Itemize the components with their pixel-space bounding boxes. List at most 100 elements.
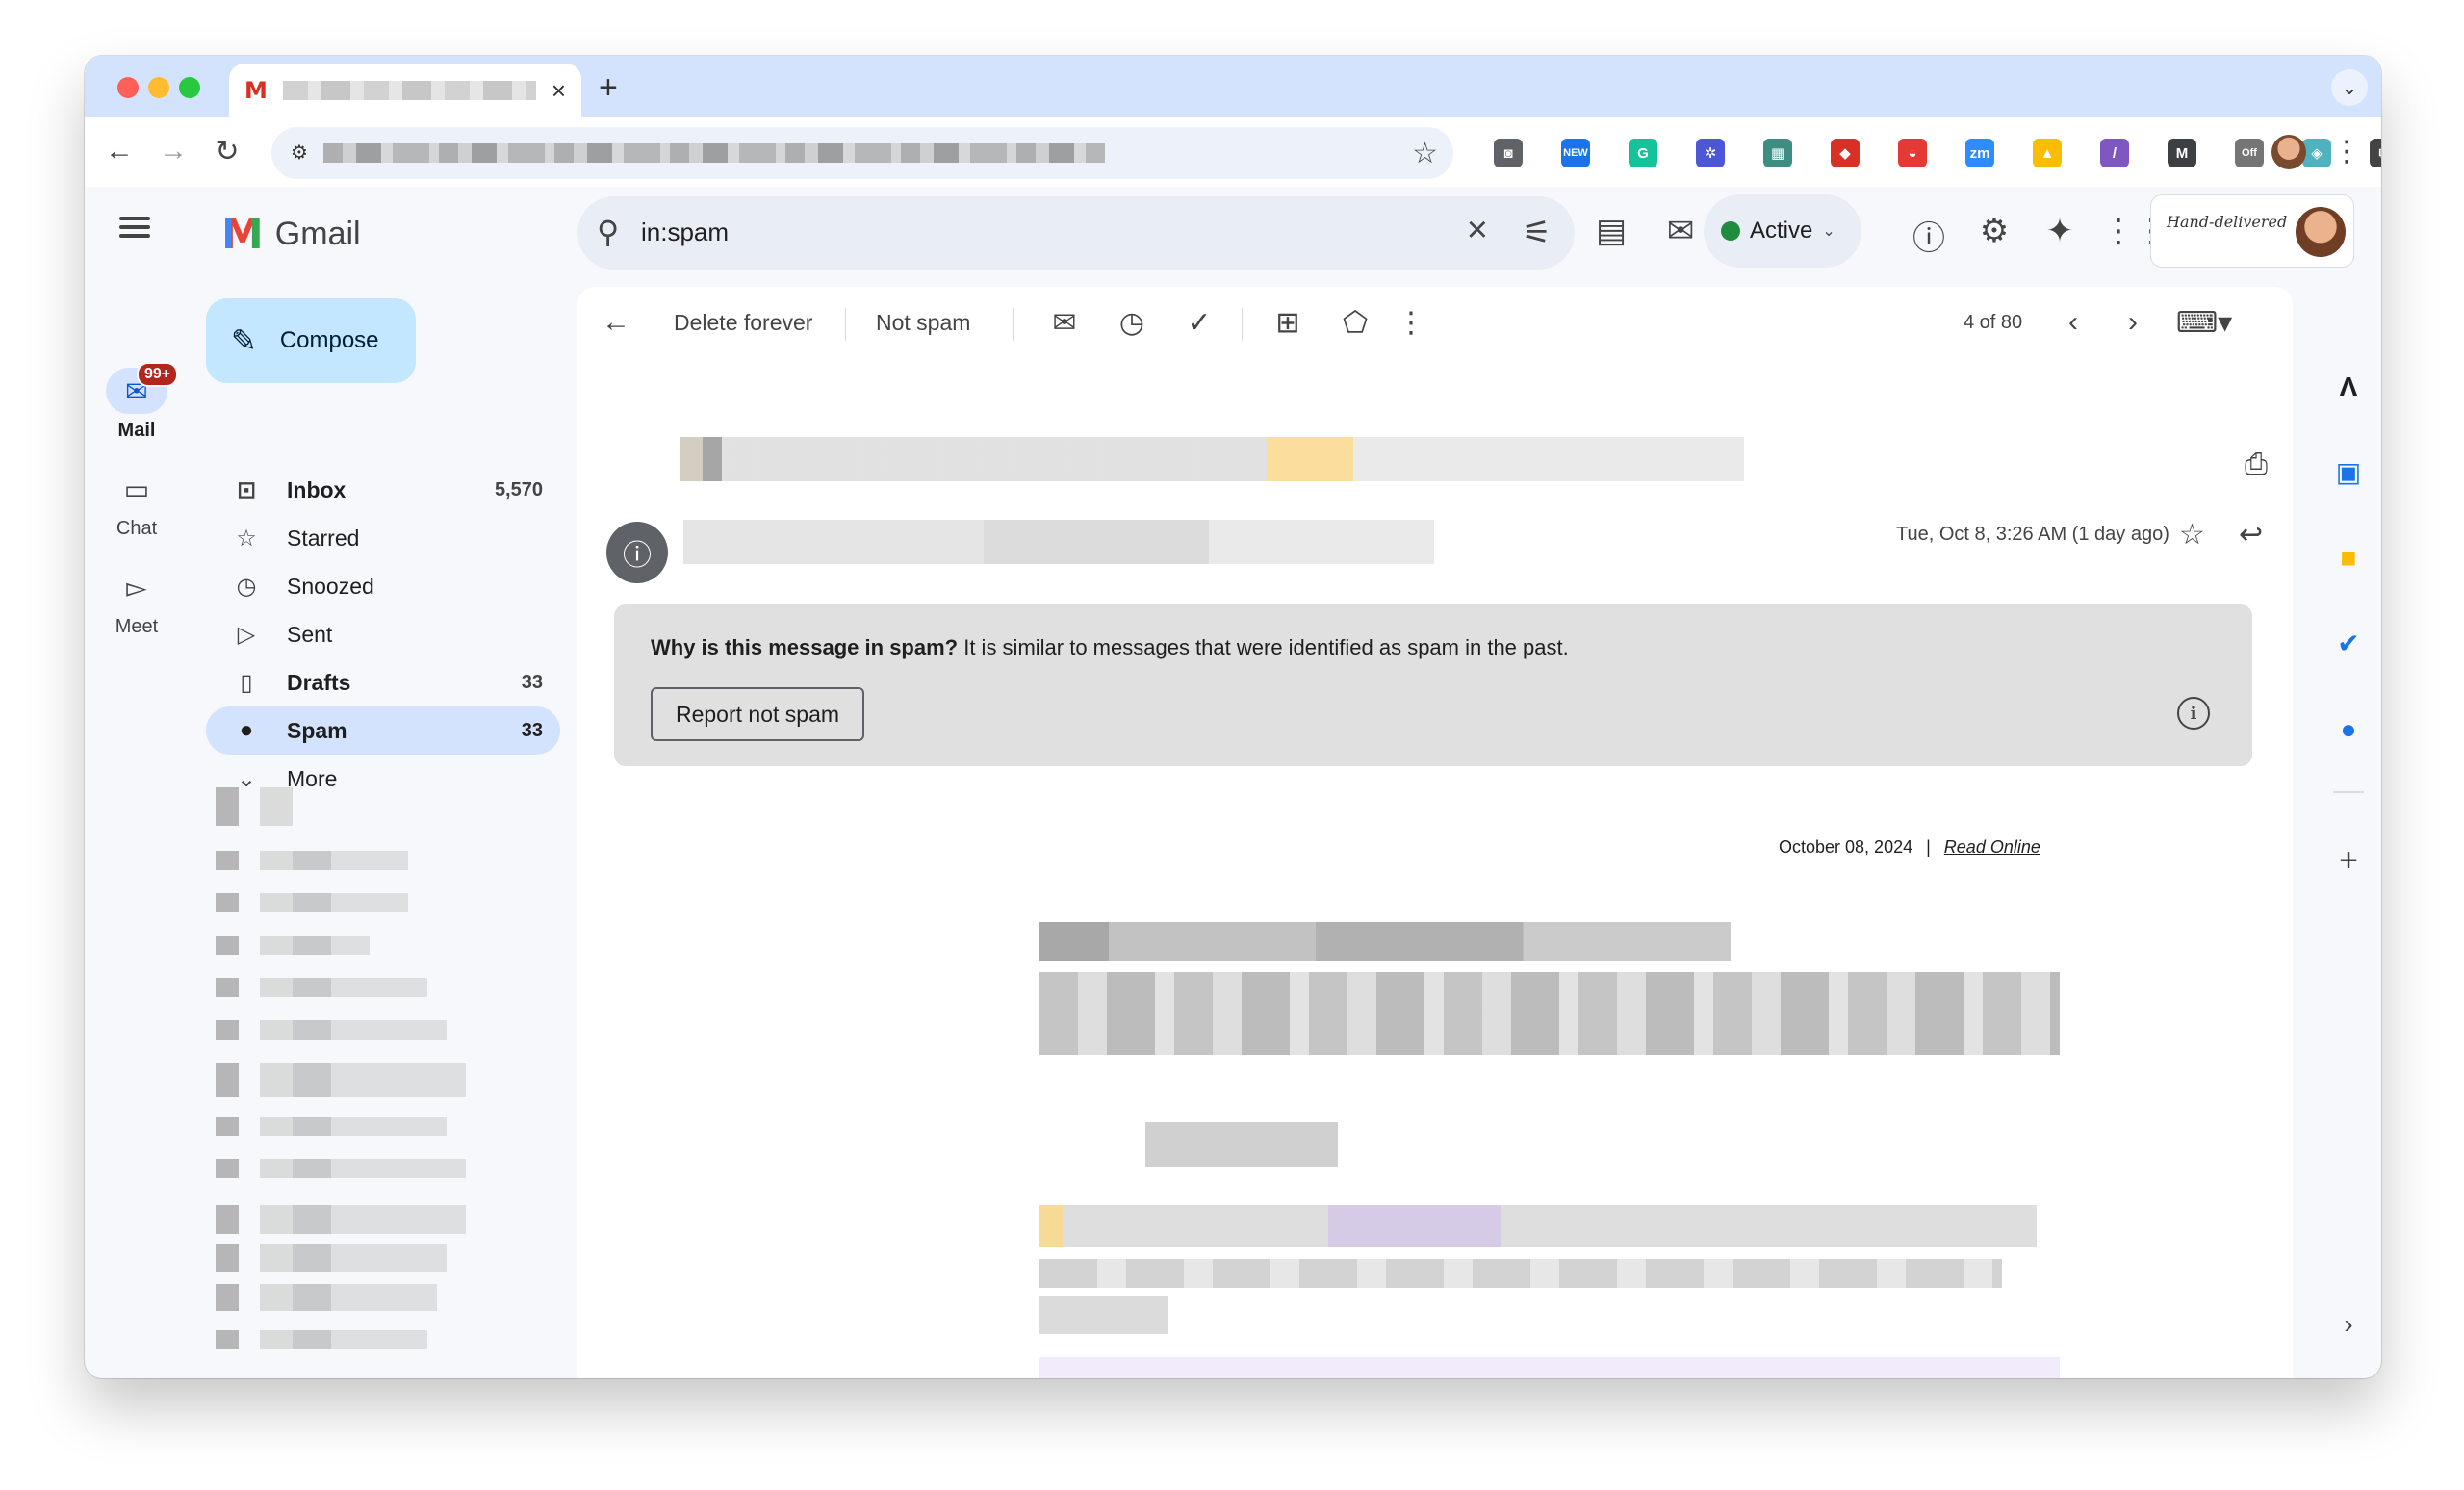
older-chevron-icon[interactable]: ‹ [2054, 306, 2092, 339]
close-window-button[interactable] [117, 77, 139, 98]
off-extension-icon[interactable]: Off [2235, 139, 2264, 167]
clear-search-icon[interactable]: × [1467, 210, 1488, 251]
new-tab-button[interactable]: + [599, 69, 618, 107]
inbox-icon: ⊡ [236, 476, 257, 503]
read-online-link[interactable]: Read Online [1944, 837, 2040, 857]
show-side-panel-chevron-icon[interactable]: › [2329, 1305, 2368, 1344]
settings-gear-icon[interactable]: ⚙ [1973, 212, 2015, 250]
label-tag-icon[interactable]: ⬠ [1336, 306, 1374, 340]
account-switcher[interactable]: Hand-delivered [2150, 194, 2354, 268]
active-status-dot [1721, 221, 1740, 241]
nav-label: Sent [287, 621, 333, 647]
sheet-app-icon[interactable]: ▤ [1590, 212, 1632, 250]
send-icon: ▷ [237, 621, 256, 648]
bookmark-star-icon[interactable]: ☆ [1412, 137, 1438, 170]
rail-item-chat[interactable]: ▭ Chat [85, 466, 189, 540]
calendar-icon[interactable]: ▣ [2329, 452, 2368, 491]
nav-label: Inbox [287, 476, 346, 502]
purple-extension-icon[interactable]: / [2100, 139, 2129, 167]
nav-item-drafts[interactable]: ▯ Drafts 33 [206, 658, 560, 706]
not-spam-button[interactable]: Not spam [876, 310, 970, 336]
map-extension-icon[interactable]: ▦ [1763, 139, 1792, 167]
search-icon[interactable]: ⚲ [597, 214, 619, 250]
addon-chevron-logo-icon[interactable]: Ʌ [2329, 368, 2368, 406]
nav-item-sent[interactable]: ▷ Sent [206, 610, 560, 658]
nav-count: 33 [521, 719, 543, 741]
gmail-logo[interactable]: M Gmail [221, 210, 361, 259]
search-input[interactable] [641, 218, 1315, 247]
zoom-window-button[interactable] [179, 77, 200, 98]
reload-icon[interactable]: ↻ [208, 135, 246, 168]
nav-label: More [287, 765, 338, 791]
apps-grid-icon[interactable]: ⋮⋮ [2102, 212, 2168, 250]
puzzle-extension-icon[interactable]: ⧉ [2370, 139, 2381, 167]
nav-item-inbox[interactable]: ⊡ Inbox 5,570 [206, 466, 560, 514]
mail-merge-icon[interactable]: ✉ [1659, 212, 1702, 250]
red-pill-extension-icon[interactable]: ◒ [1898, 139, 1927, 167]
active-tab[interactable]: M × [229, 64, 581, 117]
contacts-icon[interactable]: ● [2329, 710, 2368, 749]
compose-button[interactable]: ✎ Compose [206, 298, 416, 383]
zoom-extension-icon[interactable]: zm [1965, 139, 1994, 167]
help-icon[interactable]: ⓘ [1908, 212, 1950, 259]
spam-explanation-text: Why is this message in spam? It is simil… [651, 635, 1569, 660]
info-icon[interactable]: i [2177, 697, 2210, 730]
message-view: ← Delete forever Not spam ✉ ◷ ✓ ⊞ ⬠ ⋮ 4 … [578, 287, 2293, 1378]
rail-item-meet[interactable]: ▻ Meet [85, 564, 189, 638]
nav-item-spam[interactable]: ● Spam 33 [206, 706, 560, 755]
back-to-list-icon[interactable]: ← [597, 306, 635, 339]
new-badge-extension-icon[interactable]: NEW [1561, 139, 1590, 167]
report-not-spam-button[interactable]: Report not spam [651, 687, 864, 741]
nav-count: 33 [521, 671, 543, 693]
site-settings-icon[interactable]: ⚙ [285, 139, 314, 167]
mark-unread-icon[interactable]: ✉ [1045, 306, 1084, 340]
spark-extension-icon[interactable]: ✲ [1696, 139, 1725, 167]
keep-icon[interactable]: ■ [2329, 539, 2368, 578]
delete-forever-button[interactable]: Delete forever [674, 310, 812, 336]
nav-count: 5,570 [494, 478, 543, 501]
reply-icon[interactable]: ↩ [2239, 518, 2263, 552]
newer-chevron-icon[interactable]: › [2114, 306, 2152, 339]
gemini-sparkle-icon[interactable]: ✦ [2039, 212, 2081, 250]
grammarly-extension-icon[interactable]: G [1629, 139, 1657, 167]
tab-search-chevron-icon[interactable]: ⌄ [2331, 69, 2368, 106]
forward-arrow-icon[interactable]: → [154, 135, 192, 167]
side-panel: Ʌ ▣ ■ ✔ ● + › [2316, 275, 2381, 1378]
camera-extension-icon[interactable]: ◙ [1494, 139, 1523, 167]
rail-item-mail[interactable]: ✉ 99+ Mail [85, 362, 189, 442]
side-panel-divider [2333, 791, 2364, 793]
address-bar[interactable]: ⚙ ☆ [271, 127, 1453, 179]
move-to-folder-icon[interactable]: ⊞ [1269, 306, 1307, 340]
tab-close-icon[interactable]: × [552, 76, 566, 106]
spam-reason: It is similar to messages that were iden… [958, 635, 1569, 659]
nav-item-snoozed[interactable]: ◷ Snoozed [206, 562, 560, 610]
red-square-extension-icon[interactable]: ◆ [1831, 139, 1860, 167]
mail-unread-badge: 99+ [137, 362, 179, 387]
browser-profile-avatar[interactable] [2272, 135, 2306, 169]
status-label: Active [1750, 218, 1813, 244]
snooze-clock-icon[interactable]: ◷ [1113, 306, 1151, 340]
nav-item-starred[interactable]: ☆ Starred [206, 514, 560, 562]
back-arrow-icon[interactable]: ← [100, 135, 139, 167]
more-options-icon[interactable]: ⋮ [1392, 306, 1430, 340]
get-addons-plus-icon[interactable]: + [2329, 841, 2368, 880]
print-icon[interactable]: ⎙ [2245, 449, 2268, 481]
tasks-icon[interactable]: ✔ [2329, 624, 2368, 662]
yellow-extension-icon[interactable]: ▲ [2033, 139, 2062, 167]
star-message-icon[interactable]: ☆ [2179, 518, 2205, 552]
spam-alert-icon: ● [239, 717, 254, 743]
main-menu-icon[interactable] [119, 212, 150, 243]
subject-redacted [680, 437, 1744, 481]
nav-label: Starred [287, 525, 360, 551]
add-task-icon[interactable]: ✓ [1180, 306, 1219, 340]
tab-strip: M × + ⌄ [85, 56, 2381, 117]
status-dropdown[interactable]: Active ⌄ [1704, 194, 1861, 268]
input-tools-keyboard-icon[interactable]: ⌨▾ [2175, 306, 2233, 340]
account-brand-logo: Hand-delivered [2167, 213, 2288, 231]
browser-menu-icon[interactable]: ⋮ [2327, 135, 2366, 168]
m-extension-icon[interactable]: M [2168, 139, 2196, 167]
search-options-icon[interactable]: ⚟ [1523, 214, 1552, 252]
gmail-wordmark: Gmail [274, 216, 361, 252]
minimize-window-button[interactable] [148, 77, 169, 98]
email-body-redacted [1040, 1205, 2037, 1247]
